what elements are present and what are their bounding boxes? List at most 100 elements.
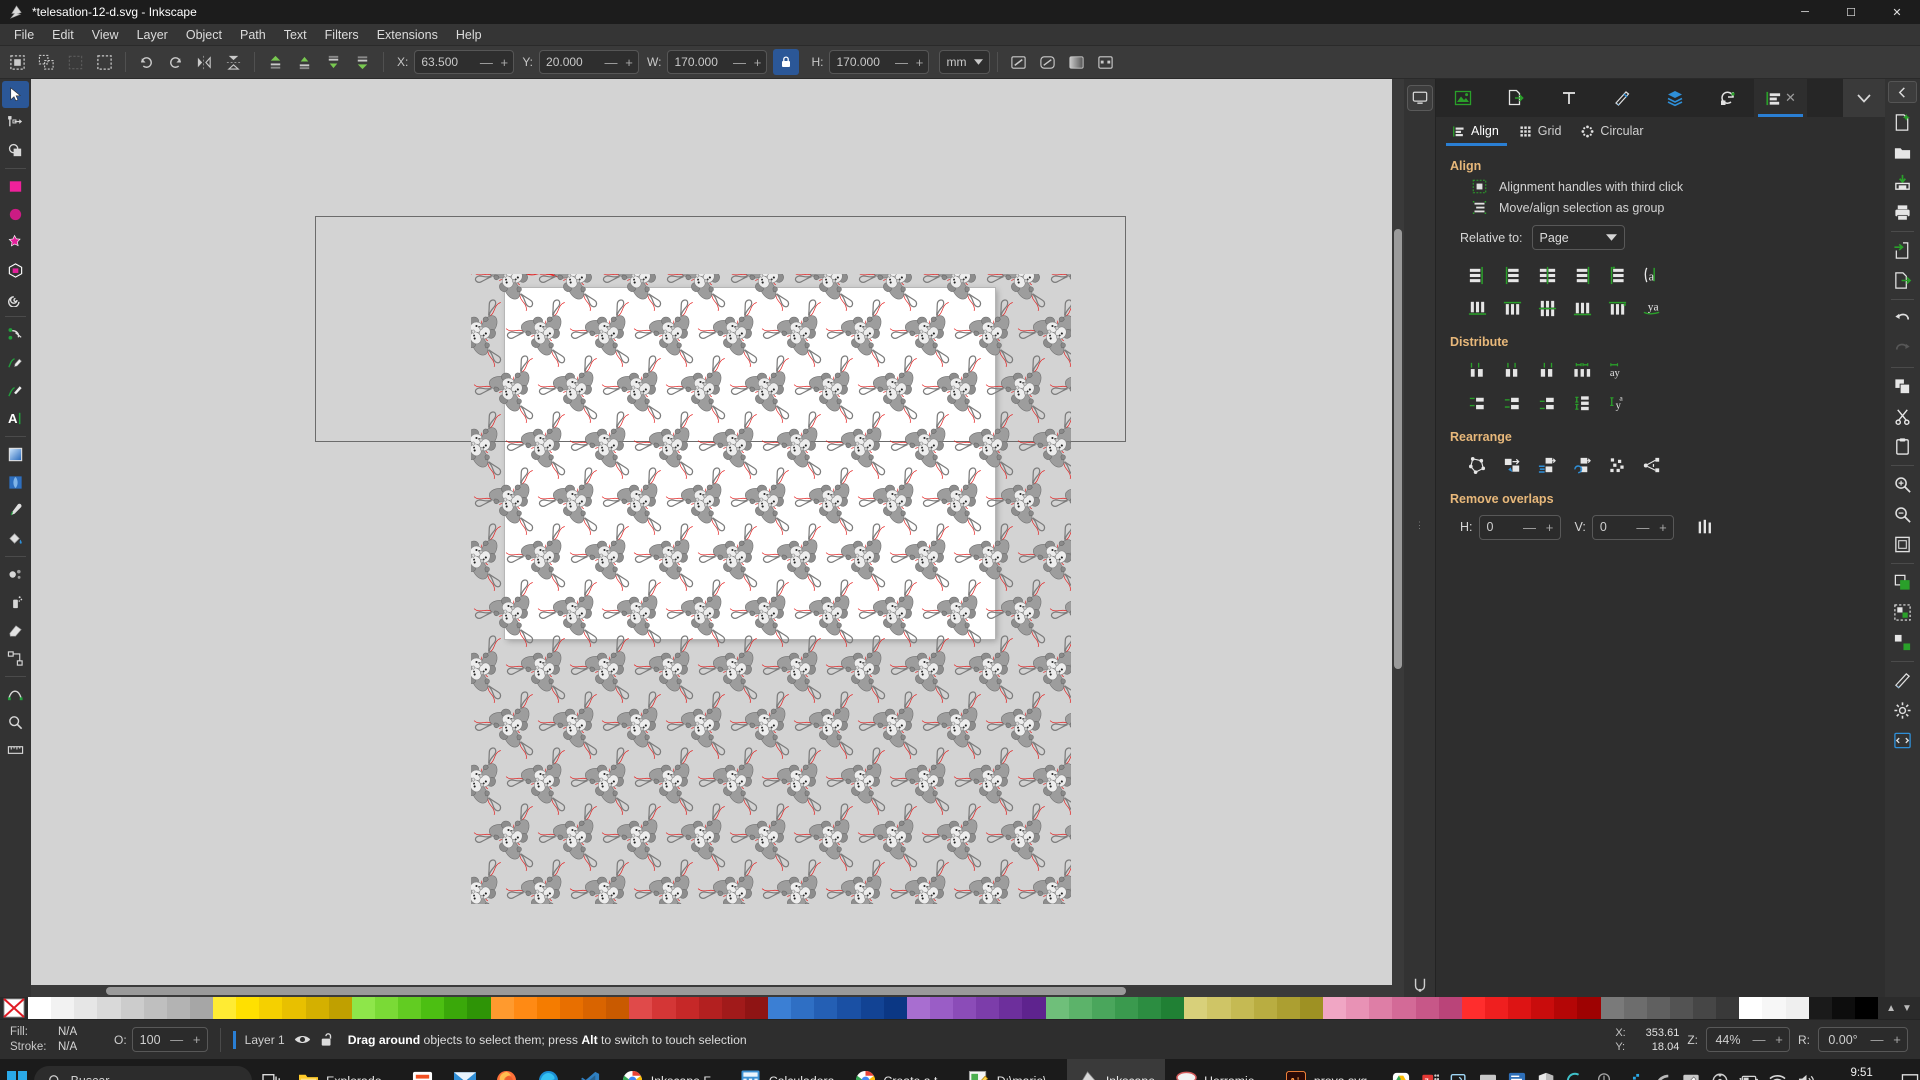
menu-text[interactable]: Text: [275, 25, 316, 45]
object-properties-icon[interactable]: [1436, 79, 1489, 117]
horizontal-scroll-thumb[interactable]: [106, 987, 1126, 995]
deselect-icon[interactable]: [62, 49, 89, 76]
opacity-field[interactable]: — +: [131, 1027, 208, 1052]
security-warning-icon[interactable]: [1536, 1071, 1556, 1080]
rotate-90-ccw-icon[interactable]: [133, 49, 160, 76]
distribute-left-edges-icon[interactable]: [1460, 355, 1495, 385]
height-decrement[interactable]: —: [892, 51, 910, 73]
v-decrement[interactable]: —: [1633, 520, 1653, 535]
palette-swatch[interactable]: [1508, 997, 1532, 1019]
redo-icon[interactable]: [1888, 334, 1917, 363]
print-icon[interactable]: [1888, 198, 1917, 227]
display-mode-icon[interactable]: [1406, 85, 1433, 111]
connector-tool[interactable]: [2, 645, 29, 672]
palette-swatch[interactable]: [1022, 997, 1046, 1019]
palette-swatch[interactable]: [1693, 997, 1717, 1019]
y-decrement[interactable]: —: [602, 51, 620, 73]
windows-start-icon[interactable]: [0, 1059, 34, 1080]
palette-swatch[interactable]: [1600, 997, 1624, 1019]
palette-menu-icon[interactable]: ▼: [1902, 1003, 1912, 1014]
raise-icon[interactable]: [291, 49, 318, 76]
palette-swatch[interactable]: [398, 997, 422, 1019]
spray-tool[interactable]: [2, 589, 29, 616]
palette-swatch[interactable]: [906, 997, 930, 1019]
select-all-icon[interactable]: [4, 49, 31, 76]
height-increment[interactable]: +: [910, 51, 928, 73]
palette-swatch[interactable]: [1716, 997, 1740, 1019]
menu-view[interactable]: View: [83, 25, 128, 45]
task-view-icon[interactable]: [258, 1059, 287, 1080]
export-icon[interactable]: [1888, 266, 1917, 295]
palette-swatch[interactable]: [652, 997, 676, 1019]
palette-swatch[interactable]: [721, 997, 745, 1019]
align-top-edges-icon[interactable]: [1495, 293, 1530, 323]
palette-swatch[interactable]: [1161, 997, 1185, 1019]
exchange-positions-clockwise-icon[interactable]: [1565, 450, 1600, 480]
align-top-edge-to-bottom-anchor-icon[interactable]: [1600, 293, 1635, 323]
rotation-input[interactable]: [1819, 1032, 1867, 1047]
import-icon[interactable]: [1888, 236, 1917, 265]
palette-swatch[interactable]: [1299, 997, 1323, 1019]
unclump-icon[interactable]: [1635, 450, 1670, 480]
text-align-baseline-horizontal-icon[interactable]: ya: [1635, 293, 1670, 323]
palette-swatch[interactable]: [929, 997, 953, 1019]
canvas[interactable]: [31, 79, 1404, 997]
y-field[interactable]: — +: [539, 50, 640, 74]
layer-indicator[interactable]: Layer 1: [232, 1030, 334, 1049]
tessellation-artwork[interactable]: [471, 274, 1071, 904]
layers-icon[interactable]: [1648, 79, 1701, 117]
taskbar-item-notepad[interactable]: D:\mario\...: [958, 1059, 1067, 1080]
menu-object[interactable]: Object: [177, 25, 231, 45]
close-button[interactable]: ✕: [1874, 0, 1920, 24]
distribute-right-edges-icon[interactable]: [1530, 355, 1565, 385]
palette-swatch[interactable]: [1091, 997, 1115, 1019]
fill-stroke-indicator[interactable]: Fill: N/A Stroke: N/A: [0, 1025, 108, 1055]
palette-swatch[interactable]: [51, 997, 75, 1019]
remove-overlaps-v-input[interactable]: [1592, 520, 1633, 534]
xml-editor-icon[interactable]: [1888, 726, 1917, 755]
star-tool[interactable]: [2, 229, 29, 256]
palette-swatch[interactable]: [583, 997, 607, 1019]
node-tool[interactable]: [2, 109, 29, 136]
open-document-icon[interactable]: [1888, 138, 1917, 167]
palette-swatch[interactable]: [976, 997, 1000, 1019]
remove-overlaps-apply-icon[interactable]: [1688, 512, 1723, 542]
eraser-tool[interactable]: [2, 617, 29, 644]
menu-layer[interactable]: Layer: [128, 25, 177, 45]
align-right-edges-icon[interactable]: [1565, 260, 1600, 290]
volume-icon[interactable]: [1797, 1071, 1817, 1080]
mouse-icon[interactable]: [1594, 1071, 1614, 1080]
rotate-90-cw-icon[interactable]: [162, 49, 189, 76]
cut-icon[interactable]: [1888, 402, 1917, 431]
minimize-button[interactable]: ─: [1782, 0, 1828, 24]
palette-swatch[interactable]: [213, 997, 237, 1019]
text-and-font-icon[interactable]: [1542, 79, 1595, 117]
fill-stroke-dialog-icon[interactable]: [1888, 666, 1917, 695]
palette-swatch[interactable]: [1739, 997, 1763, 1019]
center-on-vertical-axis-icon[interactable]: [1530, 260, 1565, 290]
measure-tool[interactable]: [2, 737, 29, 764]
palette-swatch[interactable]: [1392, 997, 1416, 1019]
google-drive-icon[interactable]: [1391, 1071, 1411, 1080]
zoom-field[interactable]: — +: [1706, 1027, 1790, 1052]
palette-swatch[interactable]: [1138, 997, 1162, 1019]
palette-swatch[interactable]: [536, 997, 560, 1019]
randomize-positions-icon[interactable]: [1600, 450, 1635, 480]
palette-swatch[interactable]: [282, 997, 306, 1019]
relative-to-select[interactable]: Page: [1531, 225, 1625, 250]
palette-swatch[interactable]: [1531, 997, 1555, 1019]
screen-capture-icon[interactable]: [1449, 1071, 1469, 1080]
palette-swatch[interactable]: [1762, 997, 1786, 1019]
select-all-in-layers-icon[interactable]: [33, 49, 60, 76]
preferences-icon[interactable]: [1888, 696, 1917, 725]
group-icon[interactable]: [1888, 598, 1917, 627]
text-tool[interactable]: A: [2, 405, 29, 432]
collapse-panel-icon[interactable]: [1888, 81, 1917, 103]
palette-swatch[interactable]: [744, 997, 768, 1019]
lower-icon[interactable]: [320, 49, 347, 76]
palette-swatch[interactable]: [143, 997, 167, 1019]
battery-plug-icon[interactable]: [1739, 1071, 1759, 1080]
paste-icon[interactable]: [1888, 432, 1917, 461]
tab-align[interactable]: Align: [1446, 121, 1507, 146]
distribute-centers-horizontal-icon[interactable]: [1495, 355, 1530, 385]
